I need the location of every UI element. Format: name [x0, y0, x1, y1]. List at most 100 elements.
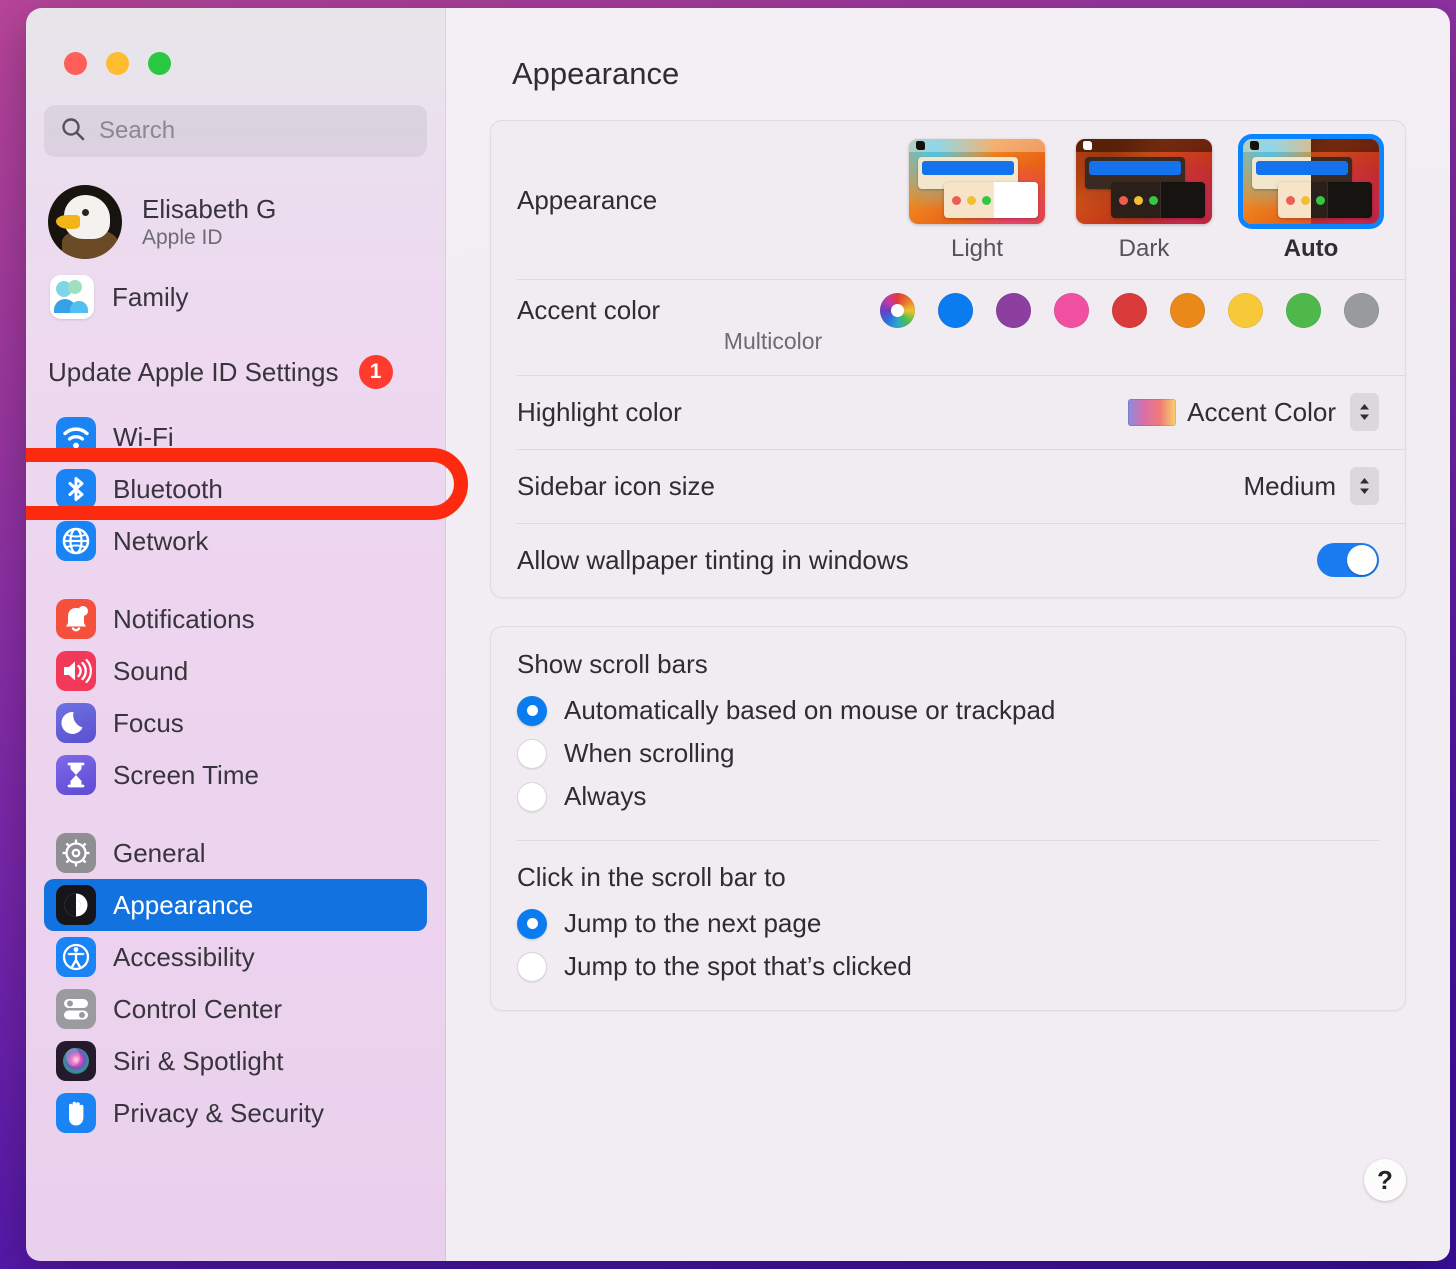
sidebar-item-appearance[interactable]: Appearance — [44, 879, 427, 931]
wallpaper-tinting-row: Allow wallpaper tinting in windows — [491, 523, 1405, 597]
auto-theme-thumbnail — [1243, 139, 1379, 224]
scroll-settings-card: Show scroll bars Automatically based on … — [490, 626, 1406, 1011]
radio-label: Jump to the next page — [564, 908, 822, 938]
light-theme-thumbnail — [909, 139, 1045, 224]
sidebar-item-family[interactable]: Family — [44, 275, 427, 319]
show-scroll-bars-heading: Show scroll bars — [517, 649, 708, 679]
appearance-settings-card: Appearance Light Dark Auto Accent color … — [490, 120, 1406, 598]
sidebar-icon-size-label: Sidebar icon size — [517, 470, 715, 501]
radio-label: Jump to the spot that’s clicked — [564, 951, 912, 981]
sidebar-item-label: Screen Time — [113, 759, 259, 790]
page-title: Appearance — [512, 56, 680, 91]
sidebar-item-wifi[interactable]: Wi-Fi — [44, 411, 427, 463]
scroll-bars-option-automatic[interactable]: Automatically based on mouse or trackpad — [517, 689, 1379, 732]
highlight-color-swatch — [1128, 398, 1177, 426]
avatar — [48, 185, 122, 259]
search-placeholder: Search — [99, 117, 176, 144]
accent-swatch-green[interactable] — [1286, 293, 1321, 328]
accent-swatch-yellow[interactable] — [1228, 293, 1263, 328]
siri-icon — [56, 1041, 96, 1081]
sidebar-item-screen-time[interactable]: Screen Time — [44, 749, 427, 801]
family-label: Family — [112, 281, 189, 312]
scroll-bar-click-group: Click in the scroll bar to Jump to the n… — [491, 840, 1405, 1010]
accent-swatch-graphite[interactable] — [1344, 293, 1379, 328]
radio-button — [517, 738, 547, 769]
sidebar-item-label: Siri & Spotlight — [113, 1045, 284, 1076]
update-apple-id-settings[interactable]: Update Apple ID Settings 1 — [44, 355, 427, 389]
sidebar-item-network[interactable]: Network — [44, 515, 427, 567]
appearance-option-caption: Auto — [1283, 235, 1339, 262]
minimize-button[interactable] — [106, 52, 129, 75]
accent-color-label: Accent color — [517, 295, 661, 325]
gear-icon — [56, 833, 96, 873]
bluetooth-icon — [56, 469, 96, 509]
sidebar-item-privacy-security[interactable]: Privacy & Security — [44, 1087, 427, 1139]
appearance-option-auto[interactable]: Auto — [1243, 139, 1379, 263]
appearance-option-caption: Dark — [1118, 235, 1170, 262]
sidebar-item-label: Bluetooth — [113, 473, 223, 504]
accent-swatch-pink[interactable] — [1054, 293, 1089, 328]
chevron-updown-icon — [1350, 393, 1379, 431]
sidebar-item-label: Notifications — [113, 603, 255, 634]
sidebar-item-label: Network — [113, 525, 209, 556]
radio-label: Automatically based on mouse or trackpad — [564, 695, 1056, 725]
radio-button — [517, 908, 547, 939]
accent-swatch-blue[interactable] — [938, 293, 973, 328]
highlight-color-label: Highlight color — [517, 396, 682, 427]
radio-button — [517, 781, 547, 812]
content-pane: Appearance Appearance Light Dark Auto Ac… — [446, 8, 1450, 1261]
account-name: Elisabeth G — [142, 193, 277, 224]
accent-swatch-red[interactable] — [1112, 293, 1147, 328]
zoom-button[interactable] — [148, 52, 171, 75]
appearance-option-caption: Light — [950, 235, 1004, 262]
appearance-option-light[interactable]: Light — [909, 139, 1045, 263]
sidebar-item-focus[interactable]: Focus — [44, 697, 427, 749]
hourglass-icon — [56, 755, 96, 795]
accent-color-swatches — [880, 293, 1379, 328]
account-subtitle: Apple ID — [142, 226, 223, 250]
sidebar-item-control-center[interactable]: Control Center — [44, 983, 427, 1035]
system-settings-window: Search Elisabeth G Apple ID Family Updat… — [26, 8, 1450, 1261]
search-input[interactable]: Search — [44, 105, 427, 157]
status-badge: 1 — [358, 355, 393, 389]
sidebar-item-general[interactable]: General — [44, 827, 427, 879]
highlight-color-value: Accent Color — [1187, 396, 1336, 427]
sidebar: Search Elisabeth G Apple ID Family Updat… — [26, 8, 468, 1261]
sidebar-icon-size-value: Medium — [1243, 470, 1336, 501]
dark-theme-thumbnail — [1076, 139, 1212, 224]
close-button[interactable] — [64, 52, 87, 75]
radio-label: When scrolling — [564, 738, 735, 768]
family-icon — [50, 275, 94, 319]
help-button[interactable]: ? — [1364, 1159, 1406, 1201]
control-center-icon — [56, 989, 96, 1029]
highlight-color-row: Highlight color Accent Color — [491, 375, 1405, 449]
sidebar-item-bluetooth[interactable]: Bluetooth — [44, 463, 427, 515]
accent-swatch-orange[interactable] — [1170, 293, 1205, 328]
sidebar-icon-size-row: Sidebar icon size Medium — [491, 449, 1405, 523]
sidebar-item-notifications[interactable]: Notifications — [44, 593, 427, 645]
sidebar-item-siri-spotlight[interactable]: Siri & Spotlight — [44, 1035, 427, 1087]
account-row[interactable]: Elisabeth G Apple ID — [44, 185, 427, 259]
highlight-color-select[interactable]: Accent Color — [1128, 393, 1379, 431]
appearance-option-dark[interactable]: Dark — [1076, 139, 1212, 263]
sidebar-item-accessibility[interactable]: Accessibility — [44, 931, 427, 983]
wallpaper-tinting-toggle[interactable] — [1317, 543, 1379, 577]
sidebar-item-label: Appearance — [113, 889, 254, 920]
accent-color-sublabel: Multicolor — [723, 328, 823, 354]
accent-swatch-purple[interactable] — [996, 293, 1031, 328]
scroll-bars-option-when-scrolling[interactable]: When scrolling — [517, 732, 1379, 775]
accessibility-icon — [56, 937, 96, 977]
wallpaper-tinting-label: Allow wallpaper tinting in windows — [517, 544, 909, 575]
sidebar-icon-size-select[interactable]: Medium — [1244, 467, 1379, 505]
sidebar-nav: Wi-Fi Bluetooth Network Notifications So… — [44, 411, 427, 1139]
hand-privacy-icon — [56, 1093, 96, 1133]
search-icon — [60, 116, 86, 147]
sidebar-item-sound[interactable]: Sound — [44, 645, 427, 697]
sidebar-item-label: Sound — [113, 655, 189, 686]
accent-swatch-multicolor[interactable] — [880, 293, 915, 328]
radio-label: Always — [564, 781, 647, 811]
window-controls — [44, 8, 427, 75]
scroll-click-option-spot-clicked[interactable]: Jump to the spot that’s clicked — [517, 945, 1379, 988]
scroll-bars-option-always[interactable]: Always — [517, 775, 1379, 818]
scroll-click-option-next-page[interactable]: Jump to the next page — [517, 902, 1379, 945]
